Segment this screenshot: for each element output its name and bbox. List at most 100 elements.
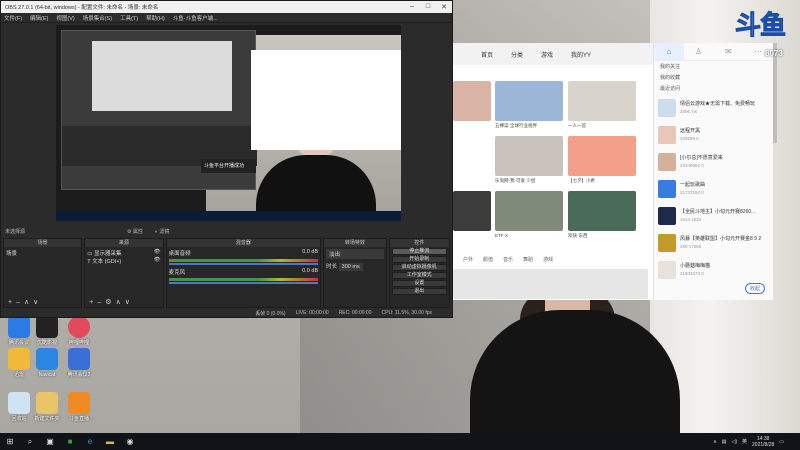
filters-button[interactable]: ◐ 滤镜 [155,228,169,235]
recent-room[interactable]: 小蘑菇梅梅猫 21603473 0 [658,261,770,283]
volume-slider[interactable] [168,282,319,284]
rec-time: REC: 00:00:00 [338,310,372,316]
tab-games[interactable]: 游戏 [541,50,553,59]
notification-icon[interactable]: ▭ [779,439,784,445]
desktop-icon[interactable]: 哔哩哔哩 [62,316,96,346]
recent-room[interactable]: 情侣云游戏★无需下载、免费畅玩 2596.7w [658,99,770,121]
exit-button[interactable]: 退出 [391,288,447,295]
recent-room[interactable]: 远程开黑 229299 0 [658,126,770,148]
task-view-icon[interactable]: ▣ [40,433,60,450]
tab-home[interactable]: 首页 [481,50,493,59]
scene-item[interactable]: 场景 [6,249,79,257]
category-item[interactable]: 音乐 [503,256,513,263]
add-icon[interactable]: + [8,298,12,307]
live-thumb[interactable] [568,81,636,121]
eye-icon[interactable]: 👁 [154,249,161,255]
category-item[interactable]: 舞蹈 [523,256,533,263]
live-thumb[interactable] [453,81,491,121]
up-icon[interactable]: ∧ [24,298,29,307]
menu-tools[interactable]: 工具(T) [120,14,138,22]
search-icon[interactable]: ⌕ [20,433,40,450]
virtual-camera-button[interactable]: 启动虚拟摄像机 [391,264,447,271]
windows-start-icon[interactable]: ⊞ [0,433,20,450]
desktop-icon[interactable]: 腾讯会议2 [62,348,96,378]
room-name: 【全民斗地主】小勾元开赛8260... [680,209,756,215]
room-number: 8073 [765,49,783,58]
collapse-button[interactable]: 收起 [744,283,765,294]
live-thumb[interactable] [568,191,636,231]
desktop-icon[interactable]: Navicat [30,348,64,378]
user-icon[interactable]: ♙ [684,43,714,60]
studio-mode-button[interactable]: 工作室模式 [391,272,447,279]
volume-slider[interactable] [168,263,319,265]
desktop-icon[interactable]: 优酷影视 [30,316,64,346]
start-recording-button[interactable]: 开始录制 [391,256,447,263]
room-name: 小蘑菇梅梅猫 [680,263,711,269]
home-icon[interactable]: ⌂ [654,43,684,60]
add-icon[interactable]: + [89,298,93,307]
menu-help[interactable]: 帮助(H) [146,14,165,22]
gear-icon[interactable]: ⚙ [105,298,111,307]
network-icon[interactable]: ▤ [722,439,727,445]
menu-file[interactable]: 文件(F) [4,14,22,22]
live-thumb[interactable] [453,191,491,231]
recent-room[interactable]: 【全民斗地主】小勾元开赛8260... 1614 1532 [658,207,770,229]
live-thumb[interactable] [495,191,563,231]
clock[interactable]: 14:38 2021/8/28 [752,436,774,448]
category-item[interactable]: 颜值 [483,256,493,263]
menu-view[interactable]: 视图(V) [56,14,74,22]
recent-room[interactable]: 一起玩歌曲 21737164 0 [658,180,770,202]
tab-category[interactable]: 分类 [511,50,523,59]
menu-douyu[interactable]: 斗鱼-斗鱼客户端... [173,14,218,22]
cpu-usage: CPU: 11.5%, 30.00 fps [381,310,433,316]
yy-sidebar: ⌂ ♙ ✉ ⋯ 我的关注 我的收藏 最近访问 情侣云游戏★无需下载、免费畅玩 25… [653,43,773,300]
up-icon[interactable]: ∧ [116,298,121,307]
menu-edit[interactable]: 编辑(E) [30,14,48,22]
sidebar-link-favorites[interactable]: 我的收藏 [654,72,773,83]
source-item[interactable]: T 文本 (GDI+) 👁 [87,257,160,265]
live-thumb-row[interactable] [453,269,648,299]
room-stats: 229299 0 [680,136,699,141]
obs-icon[interactable]: ◉ [120,433,140,450]
menu-scene-collection[interactable]: 场景集合(S) [83,14,112,22]
room-stats: 2596.7w [680,109,698,114]
properties-button[interactable]: ⚙ 属性 [127,228,143,235]
sidebar-link-follow[interactable]: 我的关注 [654,61,773,72]
live-thumb[interactable] [495,136,563,176]
maximize-icon[interactable]: □ [420,3,436,11]
eye-icon[interactable]: 👁 [154,257,161,263]
app-icon[interactable]: ■ [60,433,80,450]
sources-dock-title: 来源 [85,239,163,247]
obs-preview[interactable]: 斗鱼平台开播成功 [56,25,401,221]
stop-streaming-button[interactable]: 停止推流 [391,248,447,255]
remove-icon[interactable]: – [16,298,20,307]
sidebar-link-recent[interactable]: 最近访问 [654,83,773,94]
volume-icon[interactable]: ◁) [731,439,737,445]
settings-button[interactable]: 设置 [391,280,447,287]
scrollbar[interactable] [773,43,777,143]
chevron-up-icon[interactable]: ∧ [713,439,717,445]
explorer-icon[interactable]: ▬ [100,433,120,450]
live-thumb[interactable] [568,136,636,176]
remove-icon[interactable]: – [97,298,101,307]
desktop-icon[interactable]: 新建文件夹 [30,392,64,422]
duration-input[interactable]: 300 ms [338,263,363,271]
close-icon[interactable]: ✕ [436,3,452,11]
category-item[interactable]: 游戏 [543,256,553,263]
source-item[interactable]: ▭ 显示器采集 👁 [87,249,160,257]
live-thumb[interactable] [495,81,563,121]
minimize-icon[interactable]: – [404,3,420,11]
transition-select[interactable]: 淡出 [326,249,384,259]
recent-room[interactable]: 风暴【英雄联盟】小勾元开赛金8 9 2 490 17066 [658,234,770,256]
input-language[interactable]: 英 [742,438,747,445]
edge-icon[interactable]: e [80,433,100,450]
room-name: [小尔总]不愿意爱来 [680,155,723,161]
recent-room[interactable]: [小尔总]不愿意爱来 23346662 0 [658,153,770,175]
category-item[interactable]: 户外 [463,256,473,263]
desktop-icon[interactable]: 斗鱼直播 [62,392,96,422]
transitions-dock: 转场特效 淡出 时长 300 ms [323,238,387,308]
down-icon[interactable]: ∨ [33,298,38,307]
message-icon[interactable]: ✉ [714,43,744,60]
tab-my-yy[interactable]: 我的YY [571,50,591,59]
down-icon[interactable]: ∨ [125,298,130,307]
